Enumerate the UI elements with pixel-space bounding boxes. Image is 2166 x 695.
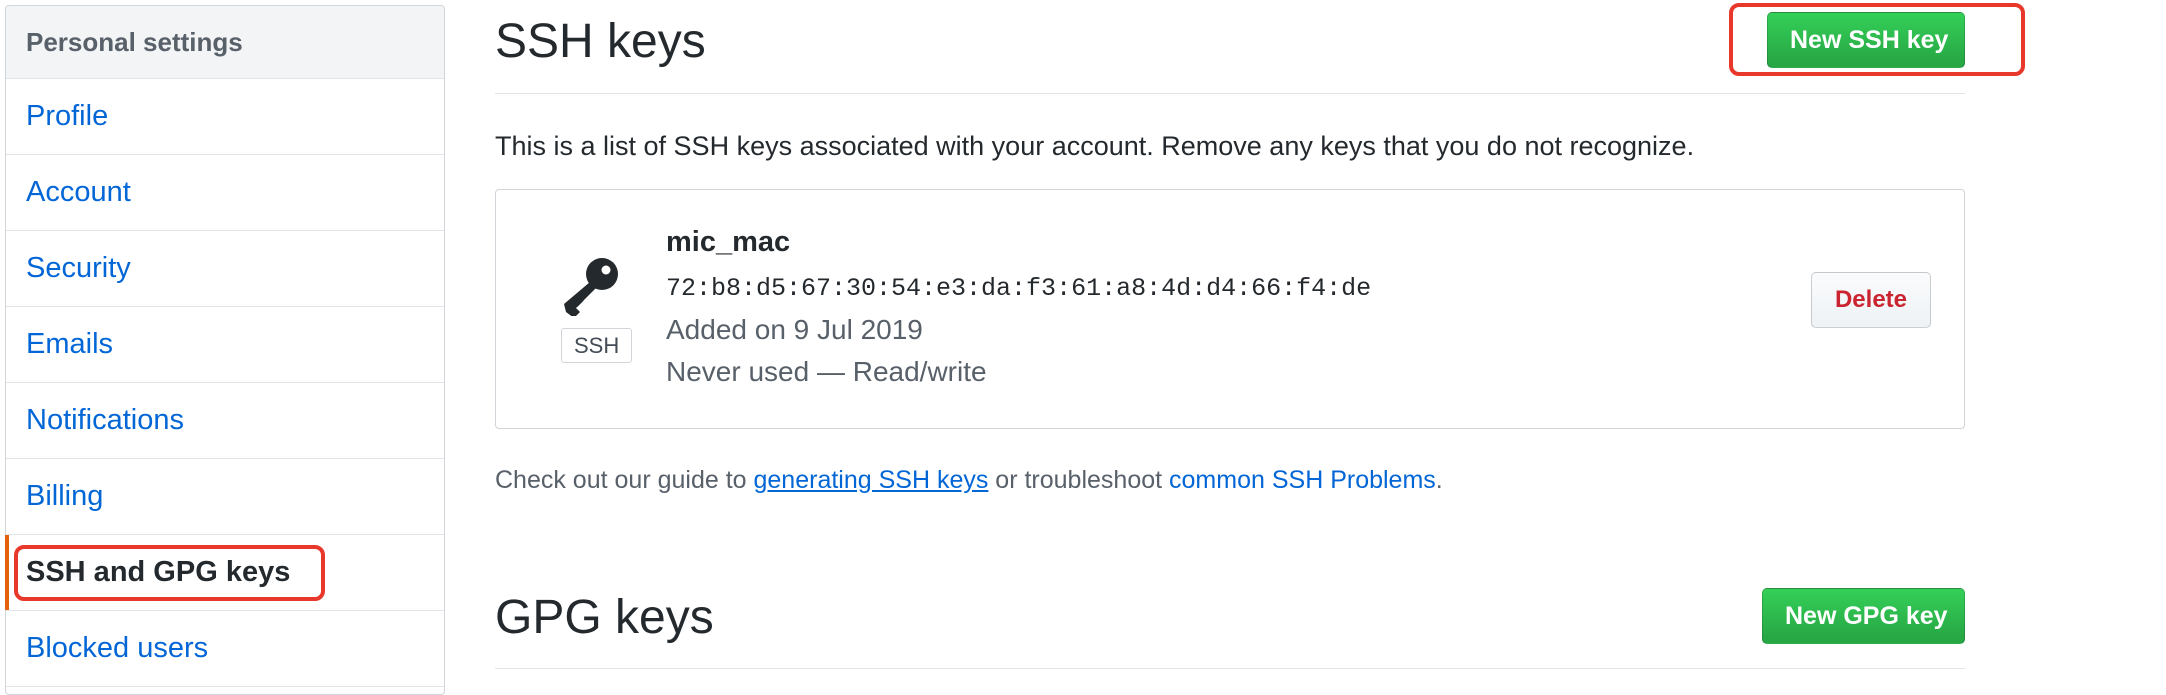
common-ssh-problems-link[interactable]: common SSH Problems xyxy=(1169,466,1436,494)
guide-prefix: Check out our guide to xyxy=(495,466,754,494)
key-type-badge: SSH xyxy=(561,328,633,363)
new-ssh-key-button[interactable]: New SSH key xyxy=(1767,12,1965,68)
key-title: mic_mac xyxy=(666,226,791,258)
sidebar-item-profile[interactable]: Profile xyxy=(6,79,444,155)
delete-key-button[interactable]: Delete xyxy=(1811,272,1931,328)
sidebar-item-security[interactable]: Security xyxy=(6,231,444,307)
sidebar-item-billing[interactable]: Billing xyxy=(6,459,444,535)
ssh-keys-intro: This is a list of SSH keys associated wi… xyxy=(495,131,1695,161)
ssh-key-item: SSH mic_mac 72:b8:d5:67:30:54:e3:da:f3:6… xyxy=(495,189,1965,429)
ssh-keys-title: SSH keys xyxy=(495,15,706,68)
key-icon xyxy=(564,258,618,316)
guide-middle: or troubleshoot xyxy=(988,466,1170,494)
gpg-keys-subhead: GPG keys xyxy=(495,576,1965,669)
sidebar-item-account[interactable]: Account xyxy=(6,155,444,231)
ssh-guide-text: Check out our guide to generating SSH ke… xyxy=(495,466,1443,495)
sidebar-item-ssh-gpg-keys[interactable]: SSH and GPG keys xyxy=(5,535,444,611)
gpg-keys-title: GPG keys xyxy=(495,591,714,644)
key-fingerprint: 72:b8:d5:67:30:54:e3:da:f3:61:a8:4d:d4:6… xyxy=(666,274,1372,303)
ssh-keys-subhead: SSH keys New SSH key xyxy=(495,0,1965,94)
sidebar-item-blocked-users[interactable]: Blocked users xyxy=(6,611,444,687)
main-content: SSH keys New SSH key This is a list of S… xyxy=(495,0,1965,669)
guide-suffix: . xyxy=(1435,466,1443,494)
sidebar-item-notifications[interactable]: Notifications xyxy=(6,383,444,459)
key-usage-status: Never used — Read/write xyxy=(666,356,987,387)
key-added-date: Added on 9 Jul 2019 xyxy=(666,314,923,345)
new-gpg-key-button[interactable]: New GPG key xyxy=(1762,588,1965,644)
sidebar-header: Personal settings xyxy=(6,6,444,79)
sidebar-item-emails[interactable]: Emails xyxy=(6,307,444,383)
generating-ssh-keys-link[interactable]: generating SSH keys xyxy=(754,466,989,494)
settings-sidebar: Personal settings Profile Account Securi… xyxy=(5,5,445,695)
